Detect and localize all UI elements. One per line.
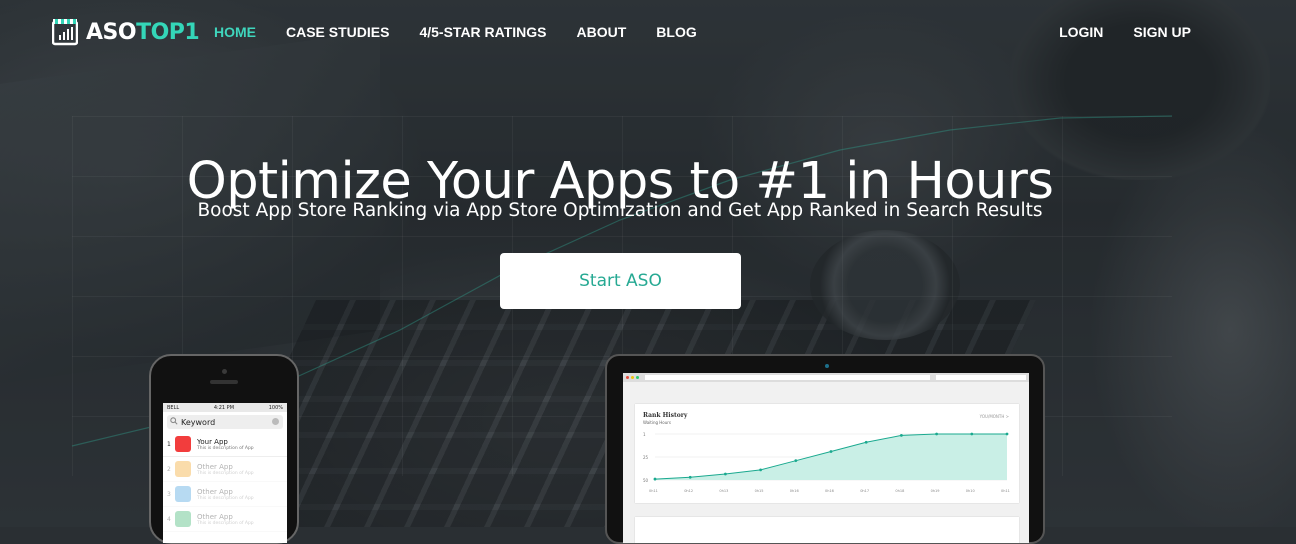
chart-point: [1005, 432, 1009, 436]
chart-x-tick: 0h17: [860, 489, 869, 493]
result-title: Other App: [197, 487, 233, 496]
laptop-mockup: 1 25 50 0h11 0h12 0h13 0h15 0h16 0h16 0h17 0h18 0h…: [605, 354, 1045, 544]
app-icon: [175, 461, 191, 477]
browser-toolbar: [623, 373, 1029, 382]
chart-x-tick: 0h11: [649, 489, 658, 493]
brand-name-part2: TOP1: [136, 19, 200, 45]
phone-screen: BELL 4:21 PM 100% Keyword 1 Your App This…: [163, 403, 287, 543]
chart-x-tick: 0h11: [1001, 489, 1010, 493]
chart-board-icon: [51, 18, 79, 46]
chart-point: [935, 432, 938, 436]
minimize-dot-icon: [631, 376, 634, 379]
chart-point: [653, 477, 657, 481]
chart-point: [794, 459, 798, 463]
close-dot-icon: [626, 376, 629, 379]
phone-search-value: Keyword: [181, 417, 216, 427]
result-desc: This is description of App: [197, 445, 254, 451]
rank-history-chart: 1 25 50 0h11 0h12 0h13 0h15 0h16 0h16 0h17 0h18 0h…: [643, 432, 1010, 493]
app-icon: [175, 486, 191, 502]
brand-name-part1: ASO: [86, 19, 137, 45]
chart-point: [724, 472, 727, 476]
chart-x-tick: 0h16: [790, 489, 799, 493]
carrier-label: BELL: [167, 404, 180, 411]
account-menu: LOGIN SIGN UP: [1029, 24, 1191, 40]
chart-y-tick: 50: [643, 478, 649, 483]
signup-link[interactable]: SIGN UP: [1133, 24, 1191, 40]
brand-logo[interactable]: ASOTOP1: [51, 18, 200, 46]
chart-point: [864, 440, 868, 444]
battery-label: 100%: [268, 404, 283, 411]
hero-subtitle: Boost App Store Ranking via App Store Op…: [197, 200, 1043, 221]
nav-blog[interactable]: BLOG: [656, 24, 696, 40]
phone-camera: [222, 369, 227, 374]
card-title: Rank History: [643, 412, 688, 419]
chart-x-tick: 0h18: [895, 489, 904, 493]
phone-search-bar: Keyword: [167, 415, 283, 429]
result-title: Other App: [197, 462, 233, 471]
secondary-card: [635, 517, 1019, 543]
nav-about[interactable]: ABOUT: [577, 24, 627, 40]
chart-point: [829, 450, 833, 453]
browser-search-bar: [936, 375, 1026, 380]
rank-history-card: 1 25 50 0h11 0h12 0h13 0h15 0h16 0h16 0h17 0h18 0h…: [635, 404, 1019, 503]
phone-status-bar: BELL 4:21 PM 100%: [163, 403, 287, 412]
card-link[interactable]: YOU/MONTH >: [980, 414, 1009, 419]
result-rank: 4: [167, 515, 171, 523]
chart-point: [970, 432, 974, 436]
main-menu: HOME CASE STUDIES 4/5-STAR RATINGS ABOUT…: [214, 24, 727, 40]
chart-point: [688, 475, 692, 479]
address-bar: [645, 375, 930, 380]
nav-star-ratings[interactable]: 4/5-STAR RATINGS: [419, 24, 546, 40]
chart-x-tick: 0h19: [931, 489, 940, 493]
search-icon: [170, 417, 178, 427]
nav-case-studies[interactable]: CASE STUDIES: [286, 24, 389, 40]
list-item: 3 Other App This is description of App: [163, 482, 287, 507]
nav-home[interactable]: HOME: [214, 24, 256, 40]
chart-y-tick: 25: [643, 455, 649, 460]
result-rank: 2: [167, 465, 171, 473]
laptop-camera: [825, 364, 829, 368]
app-icon: [175, 511, 191, 527]
result-desc: This is description of App: [197, 470, 254, 476]
chart-x-tick: 0h12: [684, 489, 693, 493]
list-item: 4 Other App This is description of App: [163, 507, 287, 532]
result-desc: This is description of App: [197, 495, 254, 501]
list-item: 2 Other App This is description of App: [163, 457, 287, 482]
maximize-dot-icon: [636, 376, 639, 379]
result-desc: This is description of App: [197, 520, 254, 526]
chart-x-tick: 0h10: [966, 489, 975, 493]
phone-speaker: [210, 380, 238, 384]
result-title: Other App: [197, 512, 233, 521]
chart-y-tick: 1: [643, 432, 646, 437]
result-rank: 1: [167, 440, 171, 448]
list-item: 1 Your App This is description of App: [163, 432, 287, 457]
chart-point: [759, 468, 762, 472]
login-link[interactable]: LOGIN: [1059, 24, 1103, 40]
clear-icon: [272, 418, 279, 425]
result-title: Your App: [197, 437, 228, 446]
chart-x-tick: 0h13: [719, 489, 728, 493]
app-icon: [175, 436, 191, 452]
chart-x-tick: 0h15: [755, 489, 764, 493]
top-navigation: ASOTOP1 HOME CASE STUDIES 4/5-STAR RATIN…: [0, 0, 1296, 66]
result-rank: 3: [167, 490, 171, 498]
laptop-screen: 1 25 50 0h11 0h12 0h13 0h15 0h16 0h16 0h17 0h18 0h…: [623, 373, 1029, 543]
chart-point: [900, 433, 903, 437]
brand-name: ASOTOP1: [86, 19, 200, 45]
start-aso-button[interactable]: Start ASO: [500, 253, 741, 309]
card-subtitle: Waiting Hours: [643, 420, 672, 425]
clock-label: 4:21 PM: [213, 404, 235, 411]
chart-x-tick: 0h16: [825, 489, 834, 493]
phone-mockup: BELL 4:21 PM 100% Keyword 1 Your App This…: [149, 354, 299, 544]
